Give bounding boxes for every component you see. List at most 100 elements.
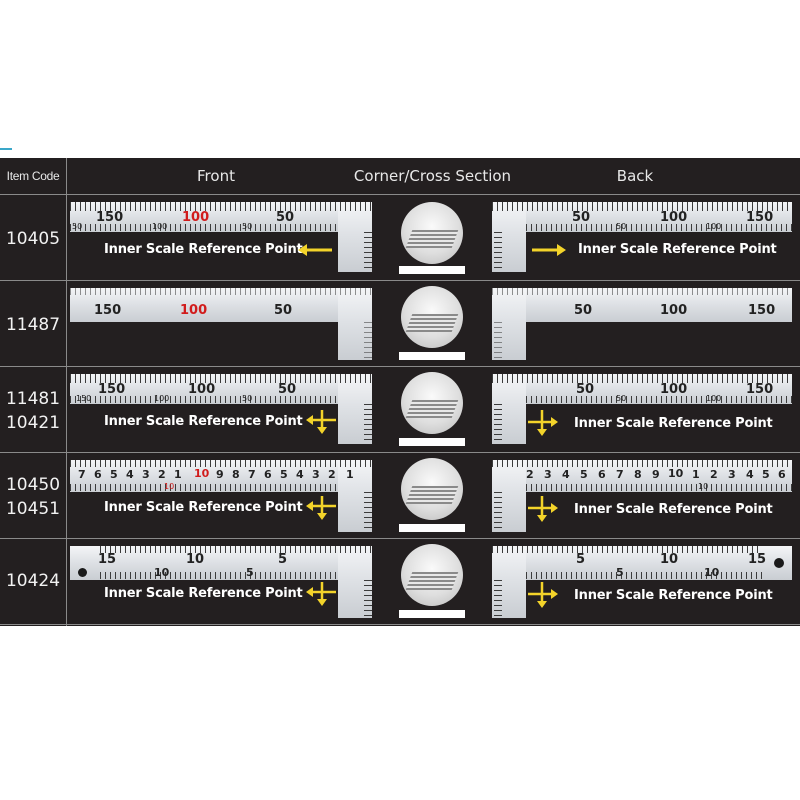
inner-scale-reference-label: Inner Scale Reference Point xyxy=(574,416,773,431)
scale-number: 1 xyxy=(174,468,182,481)
front-ruler-image: 150 100 50 50 100 50 xyxy=(70,202,372,272)
scale-number: 5 xyxy=(762,468,770,481)
scale-number: 9 xyxy=(216,468,224,481)
scale-number: 5 xyxy=(246,566,254,579)
scale-number: 6 xyxy=(598,468,606,481)
header-front: Front xyxy=(197,167,235,185)
item-code: 10421 xyxy=(5,413,61,433)
scale-number: 5 xyxy=(278,552,288,567)
scale-number: 150 xyxy=(94,303,122,318)
inner-scale-reference-label: Inner Scale Reference Point xyxy=(104,414,303,429)
scale-number: 50 xyxy=(576,382,595,397)
scale-number: 10 xyxy=(660,552,679,567)
item-code: 10451 xyxy=(5,499,61,519)
cross-arrow-icon xyxy=(528,496,558,522)
scale-number: 50 xyxy=(276,210,295,225)
item-code: 11481 xyxy=(5,389,61,409)
scale-number: 3 xyxy=(312,468,320,481)
scale-number: 15 xyxy=(748,552,767,567)
scale-number: 7 xyxy=(248,468,256,481)
scale-number: 15 xyxy=(98,552,117,567)
scale-number: 100 xyxy=(182,210,210,225)
scale-number: 4 xyxy=(126,468,134,481)
scale-number: 2 xyxy=(328,468,336,481)
scale-number: 50 xyxy=(616,222,627,231)
scale-number: 2 xyxy=(158,468,166,481)
scale-number: 50 xyxy=(242,394,253,403)
corner-cross-section-image xyxy=(401,202,463,264)
item-code: 10405 xyxy=(5,229,61,249)
scale-number: 1 xyxy=(346,468,354,481)
item-code: 11487 xyxy=(5,315,61,335)
scale-number: 4 xyxy=(296,468,304,481)
cross-arrow-icon xyxy=(306,582,336,606)
scale-number: 10 xyxy=(154,566,170,579)
scale-number: 4 xyxy=(746,468,754,481)
front-ruler-image: 150 100 50 xyxy=(70,288,372,360)
scale-number: 150 xyxy=(76,394,92,403)
scale-number: 10 xyxy=(186,552,205,567)
scale-number: 8 xyxy=(232,468,240,481)
corner-underline xyxy=(399,352,465,360)
accent-mark xyxy=(0,148,12,150)
scale-number: 100 xyxy=(154,394,170,403)
row-divider xyxy=(0,194,800,195)
scale-number: 50 xyxy=(616,394,627,403)
scale-number: 100 xyxy=(706,222,722,231)
row-divider xyxy=(0,366,800,367)
row-divider xyxy=(0,452,800,453)
scale-number: 10 xyxy=(698,482,709,491)
corner-cross-section-image xyxy=(401,372,463,434)
scale-number: 50 xyxy=(72,222,83,231)
scale-number: 100 xyxy=(660,210,688,225)
comparison-table: Item Code Front Corner/Cross Section Bac… xyxy=(0,158,800,626)
scale-number: 3 xyxy=(142,468,150,481)
scale-number: 6 xyxy=(778,468,786,481)
scale-number: 10 xyxy=(704,566,720,579)
back-ruler-image: 50 100 150 xyxy=(492,288,792,360)
cross-arrow-icon xyxy=(306,496,336,520)
inner-scale-reference-label: Inner Scale Reference Point xyxy=(104,500,303,515)
header-back: Back xyxy=(616,167,654,185)
back-ruler-image: 50 100 150 50 100 xyxy=(492,202,792,272)
corner-underline xyxy=(399,438,465,446)
scale-number: 100 xyxy=(188,382,216,397)
scale-number: 4 xyxy=(562,468,570,481)
right-arrow-icon xyxy=(532,244,566,256)
scale-number: 10 xyxy=(668,467,684,480)
row-divider xyxy=(0,280,800,281)
scale-number: 9 xyxy=(652,468,660,481)
scale-number: 7 xyxy=(78,468,86,481)
scale-number: 5 xyxy=(616,566,624,579)
corner-cross-section-image xyxy=(401,286,463,348)
scale-number: 150 xyxy=(746,382,774,397)
corner-underline xyxy=(399,524,465,532)
corner-underline xyxy=(399,266,465,274)
scale-number: 10 xyxy=(164,482,175,491)
inner-scale-reference-label: Inner Scale Reference Point xyxy=(104,586,303,601)
cross-arrow-icon xyxy=(306,410,336,434)
inner-scale-reference-label: Inner Scale Reference Point xyxy=(104,242,303,257)
corner-cross-section-image xyxy=(401,458,463,520)
cross-arrow-icon xyxy=(528,410,558,436)
scale-number: 5 xyxy=(576,552,586,567)
scale-number: 6 xyxy=(264,468,272,481)
scale-number: 3 xyxy=(544,468,552,481)
scale-number: 7 xyxy=(616,468,624,481)
scale-number: 150 xyxy=(746,210,774,225)
inner-scale-reference-label: Inner Scale Reference Point xyxy=(574,502,773,517)
scale-number: 5 xyxy=(580,468,588,481)
row-divider xyxy=(0,624,800,625)
scale-number: 5 xyxy=(110,468,118,481)
scale-number: 150 xyxy=(98,382,126,397)
inner-scale-reference-label: Inner Scale Reference Point xyxy=(578,242,777,257)
corner-underline xyxy=(399,610,465,618)
scale-number: 150 xyxy=(748,303,776,318)
scale-number: 100 xyxy=(706,394,722,403)
scale-number: 100 xyxy=(660,382,688,397)
scale-number: 100 xyxy=(660,303,688,318)
cross-arrow-icon xyxy=(528,582,558,608)
scale-number: 150 xyxy=(96,210,124,225)
scale-number: 2 xyxy=(526,468,534,481)
scale-number: 50 xyxy=(274,303,293,318)
